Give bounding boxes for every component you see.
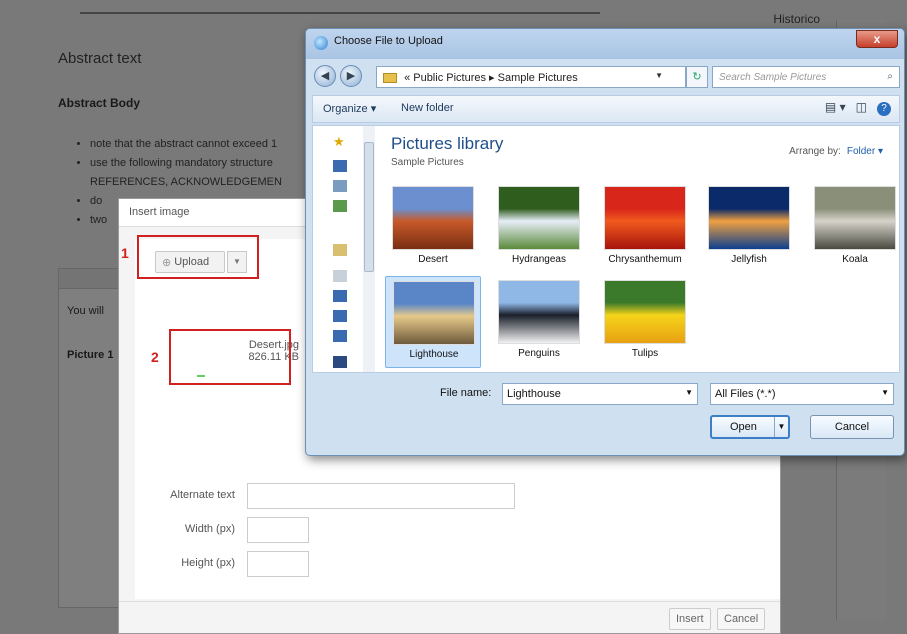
nav-scrollbar[interactable] bbox=[363, 126, 375, 372]
thumbnail-caption: Chrysanthemum bbox=[608, 254, 682, 265]
nav-item-icon[interactable] bbox=[333, 330, 347, 342]
width-input[interactable] bbox=[247, 517, 309, 543]
address-path: « Public Pictures ▸ Sample Pictures bbox=[404, 72, 578, 84]
thumbnail-image bbox=[393, 281, 475, 345]
navigation-pane: ★ bbox=[313, 126, 375, 372]
folder-icon bbox=[383, 73, 397, 84]
scrollbar-thumb[interactable] bbox=[364, 142, 374, 272]
open-label: Open bbox=[730, 421, 757, 433]
highlight-box-1 bbox=[137, 235, 259, 279]
alt-text-label: Alternate text bbox=[170, 489, 235, 501]
favorites-star-icon[interactable]: ★ bbox=[333, 134, 347, 149]
height-label: Height (px) bbox=[181, 557, 235, 569]
thumbnail-item[interactable]: Tulips bbox=[597, 276, 693, 368]
view-controls: ▤ ▾ ◫ ? bbox=[825, 100, 891, 116]
annotation-2: 2 bbox=[151, 349, 159, 365]
thumbnail-caption: Desert bbox=[418, 254, 448, 265]
alt-text-input[interactable] bbox=[247, 483, 515, 509]
width-label: Width (px) bbox=[184, 523, 235, 535]
thumbnail-item[interactable]: Koala bbox=[807, 182, 903, 274]
command-bar: Organize ▾ New folder ▤ ▾ ◫ ? bbox=[312, 95, 900, 123]
insert-button[interactable]: Insert bbox=[669, 608, 711, 630]
file-chooser-window: Choose File to Upload x ◀ ▶ « Public Pic… bbox=[305, 28, 905, 456]
highlight-box-2 bbox=[169, 329, 291, 385]
dialog-cancel-button[interactable]: Cancel bbox=[810, 415, 894, 439]
address-dropdown-icon[interactable]: ▼ bbox=[655, 71, 663, 80]
file-name-input[interactable]: Lighthouse ▼ bbox=[502, 383, 698, 405]
library-title: Pictures library bbox=[391, 134, 504, 153]
thumbnail-image bbox=[814, 186, 896, 250]
search-input[interactable]: Search Sample Pictures ⌕ bbox=[712, 66, 900, 88]
nav-item-icon[interactable] bbox=[333, 290, 347, 302]
file-browser-content: ★ Pictures library Sample Pictures Arran… bbox=[312, 125, 900, 373]
address-bar-row: ◀ ▶ « Public Pictures ▸ Sample Pictures … bbox=[312, 63, 900, 91]
address-breadcrumb[interactable]: « Public Pictures ▸ Sample Pictures ▼ bbox=[376, 66, 686, 88]
back-arrow-icon: ◀ bbox=[320, 70, 330, 82]
nav-item-icon[interactable] bbox=[333, 270, 347, 282]
thumbnail-image bbox=[498, 186, 580, 250]
library-subtitle: Sample Pictures bbox=[391, 157, 464, 168]
dialog-footer: Insert Cancel bbox=[119, 601, 780, 633]
thumbnail-item[interactable]: Lighthouse bbox=[385, 276, 481, 368]
thumbnail-caption: Koala bbox=[842, 254, 868, 265]
annotation-1: 1 bbox=[121, 245, 129, 261]
nav-item-icon[interactable] bbox=[333, 160, 347, 172]
file-type-select[interactable]: All Files (*.*) ▼ bbox=[710, 383, 894, 405]
computer-icon[interactable] bbox=[333, 356, 347, 368]
search-placeholder: Search Sample Pictures bbox=[719, 72, 827, 83]
browser-icon bbox=[314, 36, 328, 50]
open-button[interactable]: Open ▼ bbox=[710, 415, 790, 439]
thumbnail-image bbox=[392, 186, 474, 250]
thumbnail-image bbox=[498, 280, 580, 344]
close-icon: x bbox=[873, 32, 881, 46]
refresh-button[interactable]: ↻ bbox=[686, 66, 708, 88]
nav-item-icon[interactable] bbox=[333, 180, 347, 192]
arrange-by: Arrange by: Folder ▾ bbox=[789, 146, 883, 157]
height-input[interactable] bbox=[247, 551, 309, 577]
thumbnail-caption: Penguins bbox=[518, 348, 560, 359]
window-titlebar[interactable]: Choose File to Upload x bbox=[306, 29, 904, 59]
change-view-icon[interactable]: ▤ ▾ bbox=[825, 100, 846, 114]
open-dropdown-icon[interactable]: ▼ bbox=[774, 417, 788, 437]
library-icon[interactable] bbox=[333, 244, 347, 256]
nav-item-icon[interactable] bbox=[333, 310, 347, 322]
thumbnail-item[interactable]: Desert bbox=[385, 182, 481, 274]
chevron-down-icon[interactable]: ▼ bbox=[881, 388, 889, 397]
thumbnail-item[interactable]: Hydrangeas bbox=[491, 182, 587, 274]
close-button[interactable]: x bbox=[856, 30, 898, 48]
organize-menu[interactable]: Organize ▾ bbox=[323, 102, 376, 115]
nav-item-icon[interactable] bbox=[333, 200, 347, 212]
thumbnail-image bbox=[604, 186, 686, 250]
thumbnail-image bbox=[708, 186, 790, 250]
thumbnail-item[interactable]: Penguins bbox=[491, 276, 587, 368]
thumbnail-image bbox=[604, 280, 686, 344]
file-dialog-bottom: File name: Lighthouse ▼ All Files (*.*) … bbox=[312, 377, 900, 451]
forward-button[interactable]: ▶ bbox=[340, 65, 362, 87]
thumbnail-caption: Lighthouse bbox=[409, 349, 459, 360]
search-icon: ⌕ bbox=[887, 71, 893, 82]
file-name-label: File name: bbox=[440, 387, 492, 399]
thumbnail-caption: Jellyfish bbox=[731, 254, 767, 265]
chevron-down-icon[interactable]: ▼ bbox=[685, 388, 693, 397]
file-type-value: All Files (*.*) bbox=[715, 388, 776, 400]
thumbnail-item[interactable]: Chrysanthemum bbox=[597, 182, 693, 274]
new-folder-button[interactable]: New folder bbox=[401, 102, 454, 114]
help-icon[interactable]: ? bbox=[877, 102, 891, 116]
preview-pane-icon[interactable]: ◫ bbox=[856, 100, 867, 114]
arrange-by-label: Arrange by: bbox=[789, 146, 841, 157]
back-button[interactable]: ◀ bbox=[314, 65, 336, 87]
file-name-value: Lighthouse bbox=[507, 388, 561, 400]
thumbnail-caption: Hydrangeas bbox=[512, 254, 566, 265]
forward-arrow-icon: ▶ bbox=[346, 70, 356, 82]
refresh-icon: ↻ bbox=[692, 71, 702, 83]
arrange-by-dropdown[interactable]: Folder ▾ bbox=[847, 146, 883, 157]
thumbnail-item[interactable]: Jellyfish bbox=[701, 182, 797, 274]
thumbnail-caption: Tulips bbox=[631, 348, 659, 359]
cancel-button[interactable]: Cancel bbox=[717, 608, 766, 630]
window-title: Choose File to Upload bbox=[334, 35, 443, 47]
